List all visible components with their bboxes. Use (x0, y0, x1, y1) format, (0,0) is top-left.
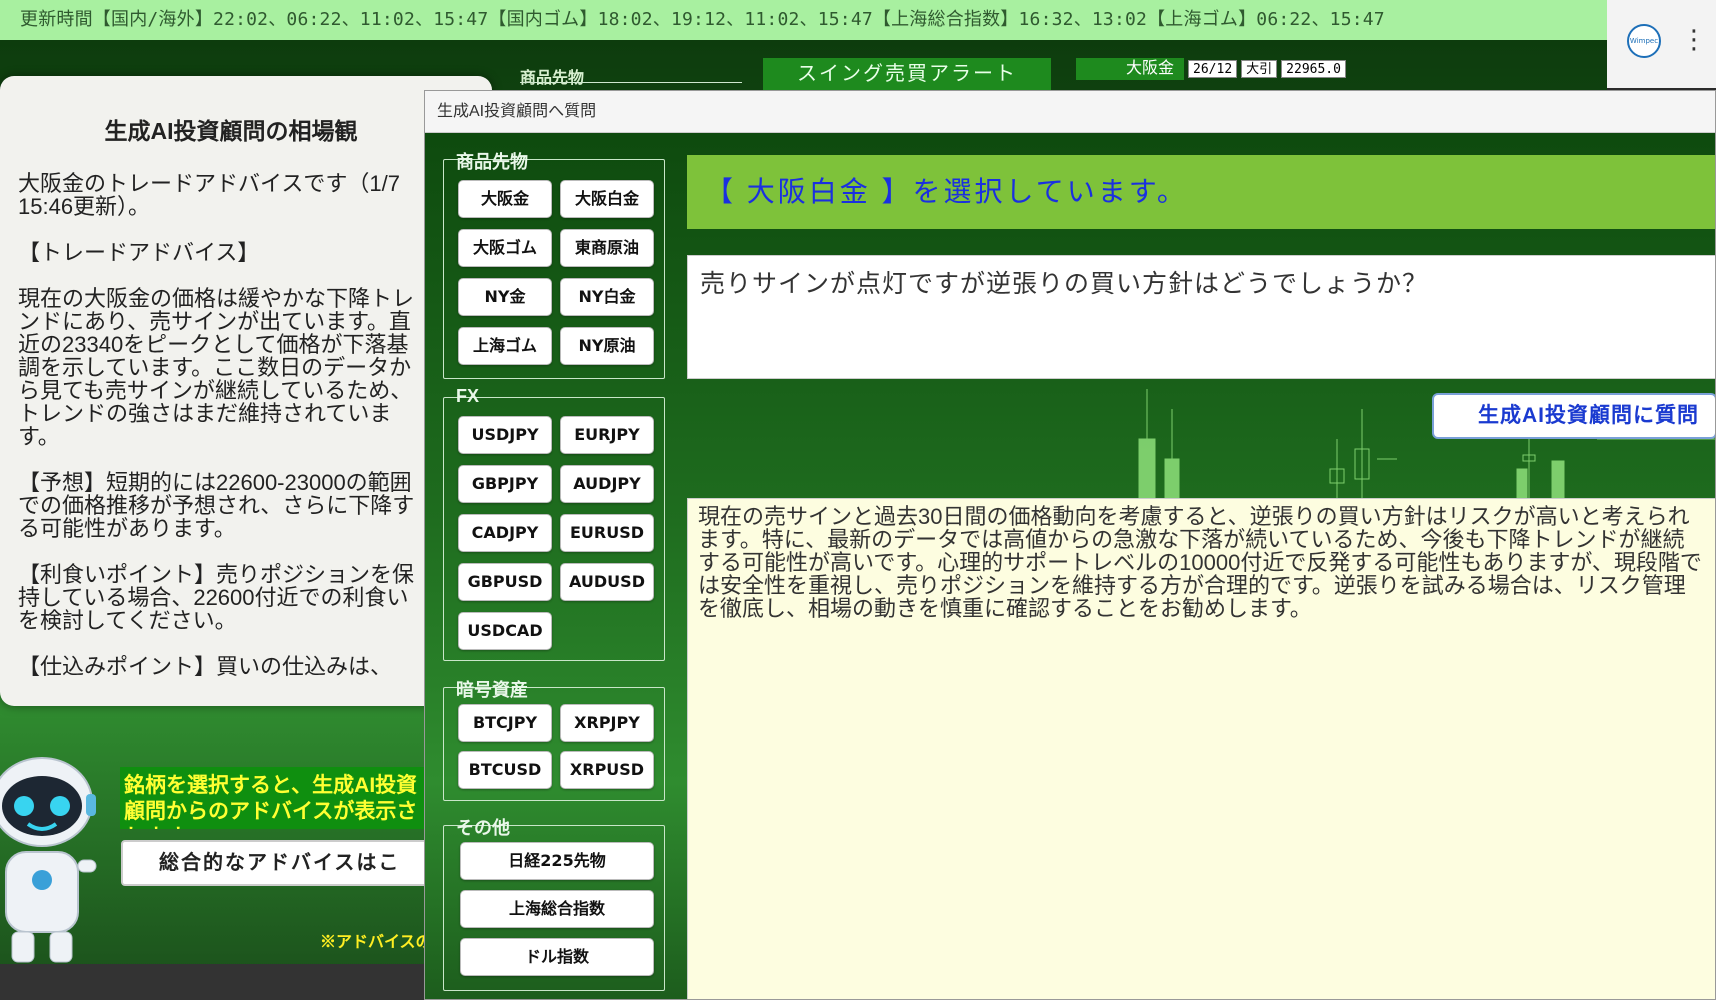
question-input[interactable]: 売りサインが点灯ですが逆張りの買い方針はどうでしょうか？ (687, 255, 1715, 379)
symbol-button[interactable]: ドル指数 (460, 938, 654, 976)
dialog-body: 商品先物 大阪金 大阪白金 大阪ゴム 東商原油 NY金 NY白金 上海ゴム NY… (425, 133, 1715, 999)
bg-section-label: 商品先物 (520, 70, 585, 87)
group-label-other: その他 (456, 818, 510, 838)
symbol-button[interactable]: USDJPY (458, 416, 552, 454)
symbol-button[interactable]: GBPUSD (458, 563, 552, 601)
group-label-commodities: 商品先物 (456, 152, 528, 172)
promo-message: 銘柄を選択すると、生成AI投資顧問からのアドバイスが表示されます。 (120, 767, 430, 829)
dialog-title: 生成AI投資顧問へ質問 (425, 91, 1715, 133)
browser-toolbar-corner: Wimpec ⋮ (1607, 0, 1716, 88)
quote-type: 大引 (1241, 60, 1278, 78)
update-time-ticker: 更新時間【国内/海外】22:02、06:22、11:02、15:47【国内ゴム】… (0, 0, 1607, 40)
robot-mascot-icon (0, 757, 97, 963)
group-label-crypto: 暗号資産 (456, 680, 528, 700)
group-fx: FX USDJPY EURJPY GBPJPY AUDJPY CADJPY EU… (443, 386, 665, 661)
symbol-button[interactable]: USDCAD (458, 612, 552, 650)
symbol-button[interactable]: NY原油 (560, 327, 654, 365)
swing-alert-button[interactable]: スイング売買アラート (763, 58, 1051, 90)
symbol-button[interactable]: AUDJPY (560, 465, 654, 503)
more-menu-icon[interactable]: ⋮ (1681, 22, 1707, 58)
answer-text: 現在の売サインと過去30日間の価格動向を考慮すると、逆張りの買い方針はリスクが高… (687, 498, 1715, 999)
symbol-button[interactable]: XRPUSD (560, 751, 654, 789)
overall-advice-button[interactable]: 総合的なアドバイスはこ (121, 840, 441, 886)
symbol-button[interactable]: 大阪ゴム (458, 229, 552, 267)
quote-date: 26/12 (1188, 60, 1238, 78)
profile-avatar[interactable]: Wimpec (1627, 24, 1661, 58)
selected-symbol-banner: 【 大阪白金 】を選択しています。 (687, 155, 1715, 229)
quote-name: 大阪金 (1076, 58, 1185, 80)
symbol-button[interactable]: 東商原油 (560, 229, 654, 267)
symbol-button[interactable]: 大阪白金 (560, 180, 654, 218)
advice-note: ※アドバイスの (320, 934, 432, 951)
symbol-button[interactable]: EURJPY (560, 416, 654, 454)
symbol-button[interactable]: EURUSD (560, 514, 654, 552)
group-commodities: 商品先物 大阪金 大阪白金 大阪ゴム 東商原油 NY金 NY白金 上海ゴム NY… (443, 152, 665, 379)
symbol-button[interactable]: NY金 (458, 278, 552, 316)
symbol-button[interactable]: BTCUSD (458, 751, 552, 789)
ask-ai-dialog: 生成AI投資顧問へ質問 商品先物 大阪金 大阪白金 大阪ゴム 東商原油 NY金 … (424, 90, 1716, 1000)
symbol-button[interactable]: BTCJPY (458, 704, 552, 742)
symbol-button[interactable]: GBPJPY (458, 465, 552, 503)
group-other: その他 日経225先物 上海総合指数 ドル指数 (443, 818, 665, 991)
market-view-panel: 生成AI投資顧問の相場観 大阪金のトレードアドバイスです（1/7 15:46更新… (0, 76, 492, 706)
symbol-button[interactable]: NY白金 (560, 278, 654, 316)
ask-ai-button[interactable]: 生成AI投資顧問に質問 (1432, 393, 1715, 439)
symbol-button[interactable]: CADJPY (458, 514, 552, 552)
symbol-button[interactable]: 大阪金 (458, 180, 552, 218)
market-view-body: 大阪金のトレードアドバイスです（1/7 15:46更新）。 【トレードアドバイス… (18, 171, 415, 679)
group-label-fx: FX (456, 386, 480, 406)
symbol-button[interactable]: 上海ゴム (458, 327, 552, 365)
symbol-button[interactable]: XRPJPY (560, 704, 654, 742)
group-crypto: 暗号資産 BTCJPY XRPJPY BTCUSD XRPUSD (443, 680, 665, 801)
bottom-strip (0, 964, 430, 1000)
market-view-title: 生成AI投資顧問の相場観 (104, 118, 358, 144)
quote-price: 22965.0 (1281, 60, 1346, 78)
bg-divider (520, 82, 742, 83)
symbol-button[interactable]: 日経225先物 (460, 842, 654, 880)
symbol-button[interactable]: AUDUSD (560, 563, 654, 601)
quote-bar: 大阪金 26/12 大引 22965.0 (1076, 58, 1346, 80)
symbol-button[interactable]: 上海総合指数 (460, 890, 654, 928)
